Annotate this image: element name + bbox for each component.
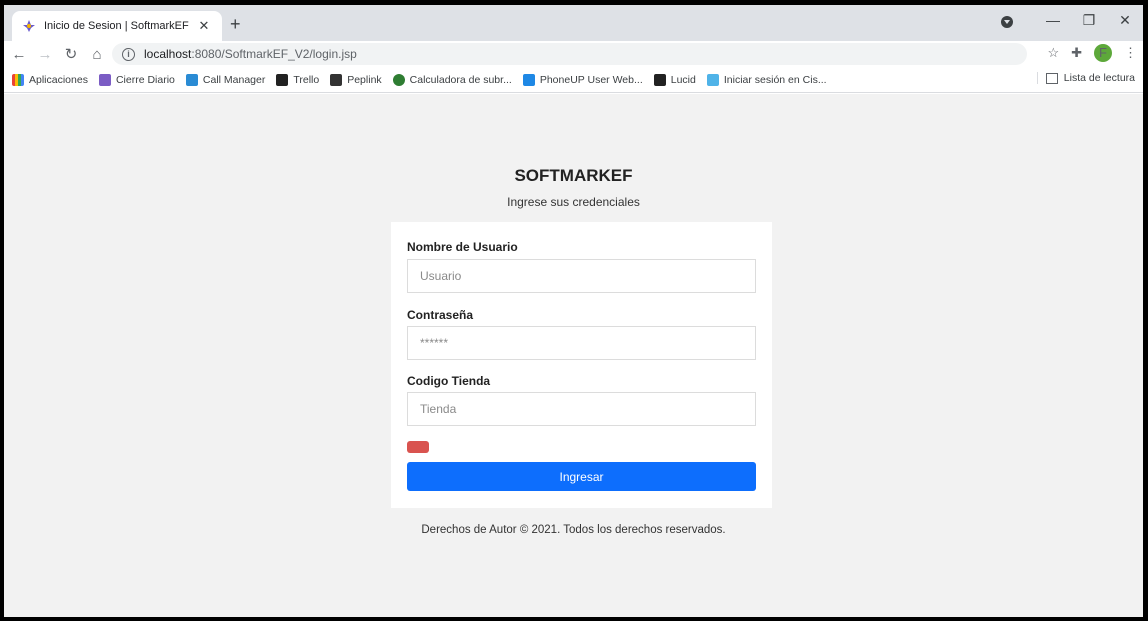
bookmark-trello[interactable]: Trello xyxy=(276,73,319,86)
extensions-icon[interactable]: ✚ xyxy=(1071,45,1082,61)
window-controls: — ❐ ✕ xyxy=(1035,5,1143,35)
bookmark-icon xyxy=(706,73,719,86)
bookmark-icon xyxy=(330,73,343,86)
reading-list-button[interactable]: Lista de lectura xyxy=(1036,72,1135,84)
tab-close-icon[interactable]: ✕ xyxy=(196,18,212,34)
reload-icon[interactable]: ↻ xyxy=(60,45,82,63)
tab-title: Inicio de Sesion | SoftmarkEF xyxy=(44,20,189,32)
bookmark-icon xyxy=(392,73,405,86)
bookmark-icon xyxy=(98,73,111,86)
bookmark-calculadora[interactable]: Calculadora de subr... xyxy=(392,73,512,86)
tab-login[interactable]: Inicio de Sesion | SoftmarkEF ✕ xyxy=(12,11,222,41)
bookmark-cierre-diario[interactable]: Cierre Diario xyxy=(98,73,175,86)
profile-menu-icon[interactable] xyxy=(1001,16,1013,28)
forward-icon[interactable]: → xyxy=(34,46,56,63)
store-code-label: Codigo Tienda xyxy=(407,374,491,388)
password-input[interactable] xyxy=(407,326,756,360)
bookmark-icon xyxy=(276,73,289,86)
new-tab-icon[interactable]: + xyxy=(230,15,241,33)
menu-kebab-icon[interactable]: ⋮ xyxy=(1124,45,1137,61)
favicon-icon xyxy=(22,19,36,33)
close-window-icon[interactable]: ✕ xyxy=(1107,12,1143,29)
store-code-input[interactable] xyxy=(407,392,756,426)
bookmark-lucid[interactable]: Lucid xyxy=(653,73,696,86)
bookmark-star-icon[interactable]: ☆ xyxy=(1047,45,1059,61)
avatar[interactable]: F xyxy=(1094,44,1112,62)
tab-strip: Inicio de Sesion | SoftmarkEF ✕ + — ❐ ✕ xyxy=(4,5,1143,41)
bookmark-apps[interactable]: Aplicaciones xyxy=(12,73,88,86)
minimize-icon[interactable]: — xyxy=(1035,12,1071,28)
page-title: SOFTMARKEF xyxy=(514,166,633,185)
login-form: Nombre de Usuario Contraseña Codigo Tien… xyxy=(391,222,772,508)
username-label: Nombre de Usuario xyxy=(407,240,518,254)
error-badge xyxy=(407,441,429,453)
bookmark-icon xyxy=(522,73,535,86)
apps-grid-icon xyxy=(12,73,24,86)
page-subtitle: Ingrese sus credenciales xyxy=(507,195,640,209)
bookmark-cisco[interactable]: Iniciar sesión en Cis... xyxy=(706,73,827,86)
home-icon[interactable]: ⌂ xyxy=(86,46,108,63)
restore-icon[interactable]: ❐ xyxy=(1071,12,1107,29)
page-content: SOFTMARKEF Ingrese sus credenciales Nomb… xyxy=(4,94,1143,617)
url-text[interactable]: localhost:8080/SoftmarkEF_V2/login.jsp xyxy=(144,47,357,61)
footer-copyright: Derechos de Autor © 2021. Todos los dere… xyxy=(421,524,726,536)
reading-list-icon xyxy=(1045,72,1058,84)
password-label: Contraseña xyxy=(407,308,474,322)
bookmarks-bar: Aplicaciones Cierre Diario Call Manager … xyxy=(4,67,1143,93)
username-input[interactable] xyxy=(407,259,756,293)
bookmark-icon xyxy=(653,73,666,86)
browser-window: Inicio de Sesion | SoftmarkEF ✕ + — ❐ ✕ … xyxy=(4,5,1143,617)
bookmark-peplink[interactable]: Peplink xyxy=(330,73,382,86)
back-icon[interactable]: ← xyxy=(8,46,30,63)
site-info-icon[interactable]: i xyxy=(122,47,135,61)
address-bar[interactable]: i localhost:8080/SoftmarkEF_V2/login.jsp xyxy=(112,43,1027,65)
bookmark-call-manager[interactable]: Call Manager xyxy=(185,73,265,86)
browser-toolbar: ← → ↻ ⌂ i localhost:8080/SoftmarkEF_V2/l… xyxy=(4,41,1143,67)
bookmark-icon xyxy=(185,73,198,86)
bookmark-phoneup[interactable]: PhoneUP User Web... xyxy=(522,73,643,86)
toolbar-actions: ☆ ✚ F ⋮ xyxy=(1035,44,1137,62)
login-button[interactable]: Ingresar xyxy=(407,462,756,491)
